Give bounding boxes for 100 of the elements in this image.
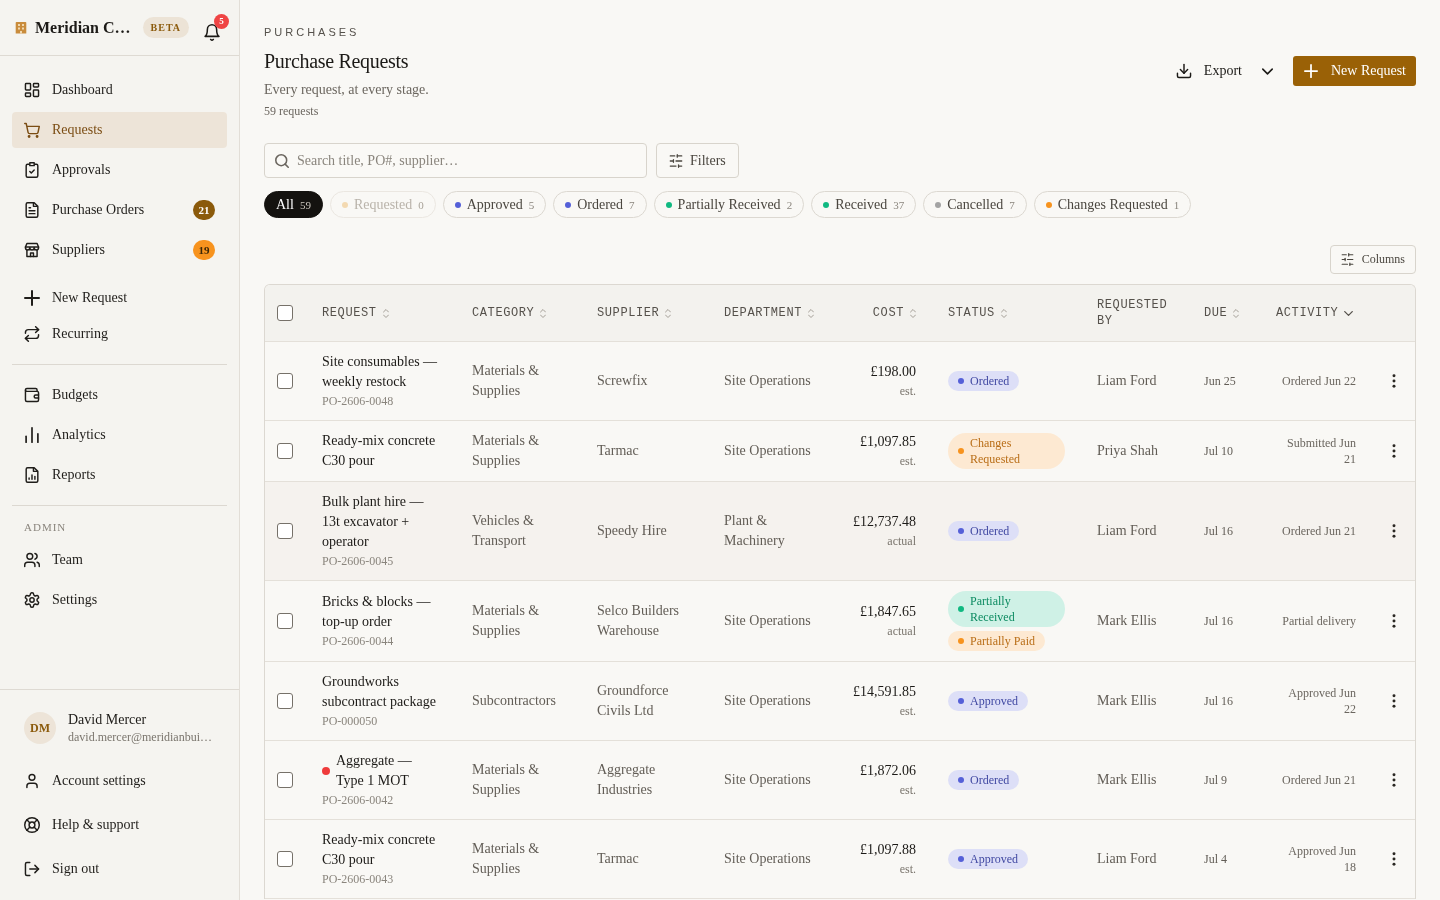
kebab-icon [1391,444,1396,458]
new-request-button[interactable]: New Request [1292,56,1416,86]
column-header[interactable]: DUE [1204,305,1244,321]
table-row[interactable]: Ready-mix concrete C30 pour PO-2606-0043 Materials & Supplies Tarmac Site Operations £1,097.88 est. Approved Liam Ford Jul 4 Approved Jun 18 [265,820,1415,899]
column-header[interactable]: REQUEST [322,305,440,321]
table-cell-text: Site Operations [724,771,812,789]
column-header[interactable]: ACTIVITY [1276,305,1356,321]
section-label: PURCHASES [264,25,361,40]
row-checkbox[interactable] [277,772,293,788]
nav-item[interactable]: Suppliers 19 [12,232,227,268]
status-filter-chip[interactable]: All 59 [264,191,323,218]
cost-basis: est. [898,703,916,720]
lifebuoy-icon [24,817,40,833]
sort-icon [382,308,389,318]
column-header[interactable]: CATEGORY [472,305,565,321]
request-title[interactable]: Ready-mix concrete C30 pour [322,431,440,471]
cost-basis: est. [898,453,916,470]
status-label: Approved [970,693,1018,709]
column-header[interactable]: SUPPLIER [597,305,692,321]
search-icon [275,154,289,168]
user-icon [24,773,40,789]
row-checkbox[interactable] [277,373,293,389]
table-cell-text: Materials & Supplies [472,761,541,799]
column-header[interactable]: STATUS [948,305,1065,321]
po-number: PO-000050 [322,713,379,730]
status-label: Ordered [970,772,1010,788]
nav-item[interactable]: Recurring [12,316,227,352]
column-header[interactable]: DEPARTMENT [724,305,816,321]
search-field[interactable]: Search title, PO#, supplier… [264,143,647,178]
activity-text: Approved Jun 18 [1287,843,1356,875]
download-icon [1175,63,1192,79]
table-cell-text: Mark Ellis [1097,692,1158,710]
due-date: Jun 25 [1204,373,1237,389]
user-name: David Mercer [68,711,148,729]
cost-basis: est. [898,782,916,799]
notifications-button[interactable]: 5 [203,13,230,42]
activity-text: Submitted Jun 21 [1286,435,1356,467]
status-filter-chip[interactable]: Ordered 7 [553,191,647,218]
sidebar-link[interactable]: Help & support [0,803,239,847]
storefront-icon [24,242,40,258]
table-cell-text: Site Operations [724,850,812,868]
cost-amount: £14,591.85 [852,683,916,701]
sort-icon [1233,308,1240,318]
nav-item[interactable]: Dashboard [12,72,227,108]
nav-item[interactable]: New Request [12,280,227,316]
kebab-icon [1391,374,1396,388]
table-cell-text: Plant & Machinery [724,512,786,550]
request-title[interactable]: Aggregate — Type 1 MOT [336,751,440,791]
due-date: Jul 4 [1204,851,1228,867]
table-row[interactable]: Bricks & blocks — top-up order PO-2606-0044 Materials & Supplies Selco Builders Warehouse Site Operations £1,847.65 actual Partially Received Partially Paid Mark Ellis Jul 16 Partial delivery [265,581,1415,662]
wallet-icon [24,387,40,403]
nav-item[interactable]: Analytics [12,417,227,453]
cost-amount: £1,097.88 [859,841,916,859]
filters-button[interactable]: Filters [656,143,739,178]
nav-item[interactable]: Reports [12,457,227,493]
table-cell-text: Site Operations [724,442,812,460]
nav-item[interactable]: Team [12,542,227,578]
row-checkbox[interactable] [277,523,293,539]
row-checkbox[interactable] [277,851,293,867]
nav-item[interactable]: Approvals [12,152,227,188]
nav-item[interactable]: Settings [12,582,227,618]
sidebar-link[interactable]: Sign out [0,847,239,891]
row-checkbox[interactable] [277,693,293,709]
table-cell-text: Mark Ellis [1097,771,1158,789]
table-row[interactable]: Bulk plant hire — 13t excavator + operator PO-2606-0045 Vehicles & Transport Speedy Hire Plant & Machinery £12,737.48 actual Ordered Liam Ford Jul 16 Ordered Jun 21 [265,482,1415,581]
request-title[interactable]: Ready-mix concrete C30 pour [322,830,440,870]
select-all-checkbox[interactable] [277,305,293,321]
chevron-down-icon [1344,310,1354,316]
beta-badge: BETA [142,17,190,38]
sliders-icon [1340,253,1354,266]
dashboard-icon [24,82,40,98]
sidebar-link[interactable]: Account settings [0,759,239,803]
request-title[interactable]: Groundworks subcontract package [322,672,440,712]
po-number: PO-2606-0042 [322,792,395,809]
row-checkbox[interactable] [277,613,293,629]
table-row[interactable]: Aggregate — Type 1 MOT PO-2606-0042 Materials & Supplies Aggregate Industries Site Operations £1,872.06 est. Ordered Mark Ellis Jul 9 Ordered Jun 21 [265,741,1415,820]
report-icon [24,467,40,483]
nav-item[interactable]: Purchase Orders 21 [12,192,227,228]
table-row[interactable]: Groundworks subcontract package PO-000050 Subcontractors Groundforce Civils Ltd Site Operations £14,591.85 est. Approved Mark Ellis Jul 16 Approved Jun 22 [265,662,1415,741]
nav-item[interactable]: Budgets [12,377,227,413]
po-number: PO-2606-0045 [322,553,395,570]
clipboard-check-icon [24,162,40,178]
table-row[interactable]: Site consumables — weekly restock PO-2606-0048 Materials & Supplies Screwfix Site Operations £198.00 est. Ordered Liam Ford Jun 25 Ordered Jun 22 [265,342,1415,421]
activity-text: Partial delivery [1281,613,1356,629]
table-cell-text: Materials & Supplies [472,432,541,470]
sign-out-icon [24,861,40,877]
cost-amount: £1,872.06 [859,762,916,780]
request-title[interactable]: Bulk plant hire — 13t excavator + operator [322,492,440,552]
sort-icon [910,308,916,318]
request-title[interactable]: Bricks & blocks — top-up order [322,592,440,632]
users-icon [24,552,40,568]
column-header[interactable]: COST [848,305,916,321]
nav-item[interactable]: Requests [12,112,227,148]
columns-button[interactable]: Columns [1329,245,1416,274]
sort-icon [665,308,672,318]
export-button[interactable]: Export [1175,56,1273,86]
request-title[interactable]: Site consumables — weekly restock [322,352,440,392]
status-label: Changes Requested [970,435,1021,467]
request-count: 59 requests [264,103,320,119]
row-checkbox[interactable] [277,443,293,459]
